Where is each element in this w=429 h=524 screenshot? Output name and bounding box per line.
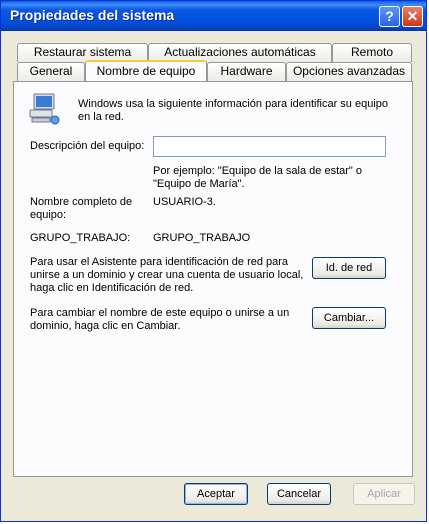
title-bar[interactable]: Propiedades del sistema ? ✕	[1, 1, 426, 31]
tab-remoto[interactable]: Remoto	[332, 43, 412, 62]
description-input[interactable]	[153, 136, 386, 157]
tab-general[interactable]: General	[17, 62, 85, 81]
ok-button[interactable]: Aceptar	[184, 483, 248, 505]
description-label: Descripción del equipo:	[30, 140, 145, 152]
intro-text: Windows usa la siguiente información par…	[78, 98, 389, 123]
workgroup-value: GRUPO_TRABAJO	[153, 232, 251, 244]
tab-nombre-de-equipo[interactable]: Nombre de equipo	[85, 60, 207, 81]
help-button[interactable]: ?	[379, 6, 400, 27]
change-button[interactable]: Cambiar...	[312, 307, 386, 329]
workgroup-label: GRUPO_TRABAJO:	[30, 232, 131, 244]
cancel-button[interactable]: Cancelar	[267, 483, 331, 505]
tab-panel: Windows usa la siguiente información par…	[13, 81, 413, 477]
tab-hardware[interactable]: Hardware	[207, 62, 286, 81]
change-text: Para cambiar el nombre de este equipo o …	[30, 307, 290, 332]
network-id-text: Para usar el Asistente para identificaci…	[30, 256, 304, 294]
fullname-value: USUARIO-3.	[153, 196, 216, 208]
system-properties-window: Propiedades del sistema ? ✕ Restaurar si…	[0, 0, 427, 522]
close-button[interactable]: ✕	[402, 6, 423, 27]
window-title: Propiedades del sistema	[10, 7, 175, 23]
fullname-label: Nombre completo de equipo:	[30, 196, 133, 221]
computer-icon	[29, 93, 60, 125]
tab-opciones-avanzadas[interactable]: Opciones avanzadas	[286, 62, 412, 81]
network-id-button[interactable]: Id. de red	[312, 257, 386, 279]
apply-button[interactable]: Aplicar	[353, 483, 415, 505]
example-text: Por ejemplo: "Equipo de la sala de estar…	[153, 165, 362, 190]
